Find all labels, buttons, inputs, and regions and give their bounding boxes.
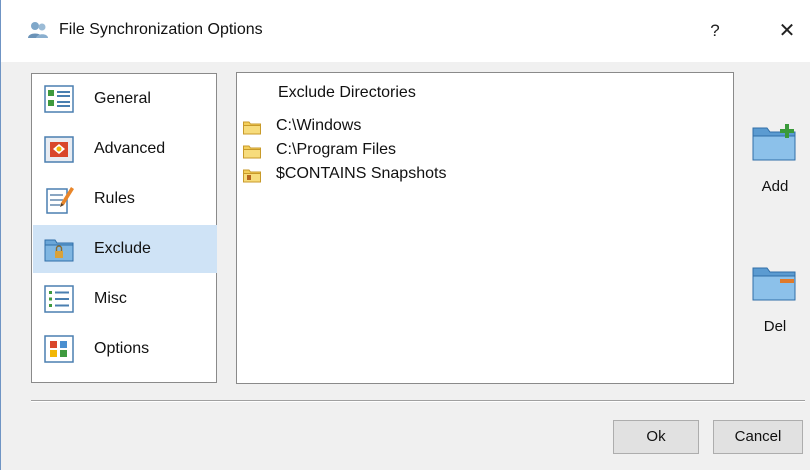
nav-item-exclude[interactable]: Exclude bbox=[33, 225, 217, 273]
help-button[interactable]: ? bbox=[697, 14, 733, 48]
folder-rule-icon bbox=[243, 169, 261, 183]
list-item-text: C:\Windows bbox=[276, 117, 362, 134]
del-label: Del bbox=[763, 318, 787, 335]
rules-icon bbox=[46, 187, 74, 214]
advanced-icon bbox=[44, 136, 74, 163]
title-bar: File Synchronization Options ? ✕ bbox=[1, 0, 810, 62]
folder-icon bbox=[243, 121, 261, 135]
close-button[interactable]: ✕ bbox=[767, 14, 807, 48]
category-list: General Advanced Rules Exclude Misc Opti… bbox=[31, 73, 217, 383]
window-title: File Synchronization Options bbox=[59, 21, 263, 38]
list-item[interactable]: C:\Program Files bbox=[242, 139, 722, 163]
list-item[interactable]: $CONTAINS Snapshots bbox=[242, 163, 722, 187]
nav-label-general: General bbox=[94, 90, 151, 107]
list-header: Exclude Directories bbox=[278, 84, 416, 101]
folder-add-icon bbox=[752, 124, 796, 161]
nav-item-rules[interactable]: Rules bbox=[33, 175, 217, 223]
folder-remove-icon bbox=[752, 267, 796, 301]
list-item-text: $CONTAINS Snapshots bbox=[276, 165, 447, 182]
cancel-button[interactable]: Cancel bbox=[713, 420, 803, 454]
add-button[interactable]: Add bbox=[745, 122, 805, 202]
options-icon bbox=[44, 335, 74, 363]
nav-label-options: Options bbox=[94, 340, 150, 357]
nav-item-advanced[interactable]: Advanced bbox=[33, 125, 217, 173]
add-label: Add bbox=[761, 178, 789, 195]
exclude-folder-icon bbox=[44, 239, 74, 262]
separator bbox=[31, 400, 805, 402]
delete-button[interactable]: Del bbox=[745, 262, 805, 342]
nav-label-misc: Misc bbox=[94, 290, 127, 307]
general-icon bbox=[44, 85, 74, 113]
ok-button[interactable]: Ok bbox=[613, 420, 699, 454]
exclude-directories-list[interactable]: Exclude Directories C:\Windows C:\Progra… bbox=[236, 72, 734, 384]
nav-label-advanced: Advanced bbox=[94, 140, 166, 157]
nav-label-rules: Rules bbox=[94, 190, 135, 207]
nav-label-exclude: Exclude bbox=[94, 240, 151, 257]
misc-list-icon bbox=[44, 285, 74, 313]
list-item-text: C:\Program Files bbox=[276, 141, 397, 158]
list-item[interactable]: C:\Windows bbox=[242, 115, 722, 139]
nav-item-misc[interactable]: Misc bbox=[33, 275, 217, 323]
nav-item-general[interactable]: General bbox=[33, 75, 217, 123]
users-icon bbox=[28, 22, 48, 38]
dialog-window: File Synchronization Options ? ✕ General bbox=[0, 0, 810, 470]
folder-icon bbox=[243, 145, 261, 159]
nav-item-options[interactable]: Options bbox=[33, 325, 217, 373]
